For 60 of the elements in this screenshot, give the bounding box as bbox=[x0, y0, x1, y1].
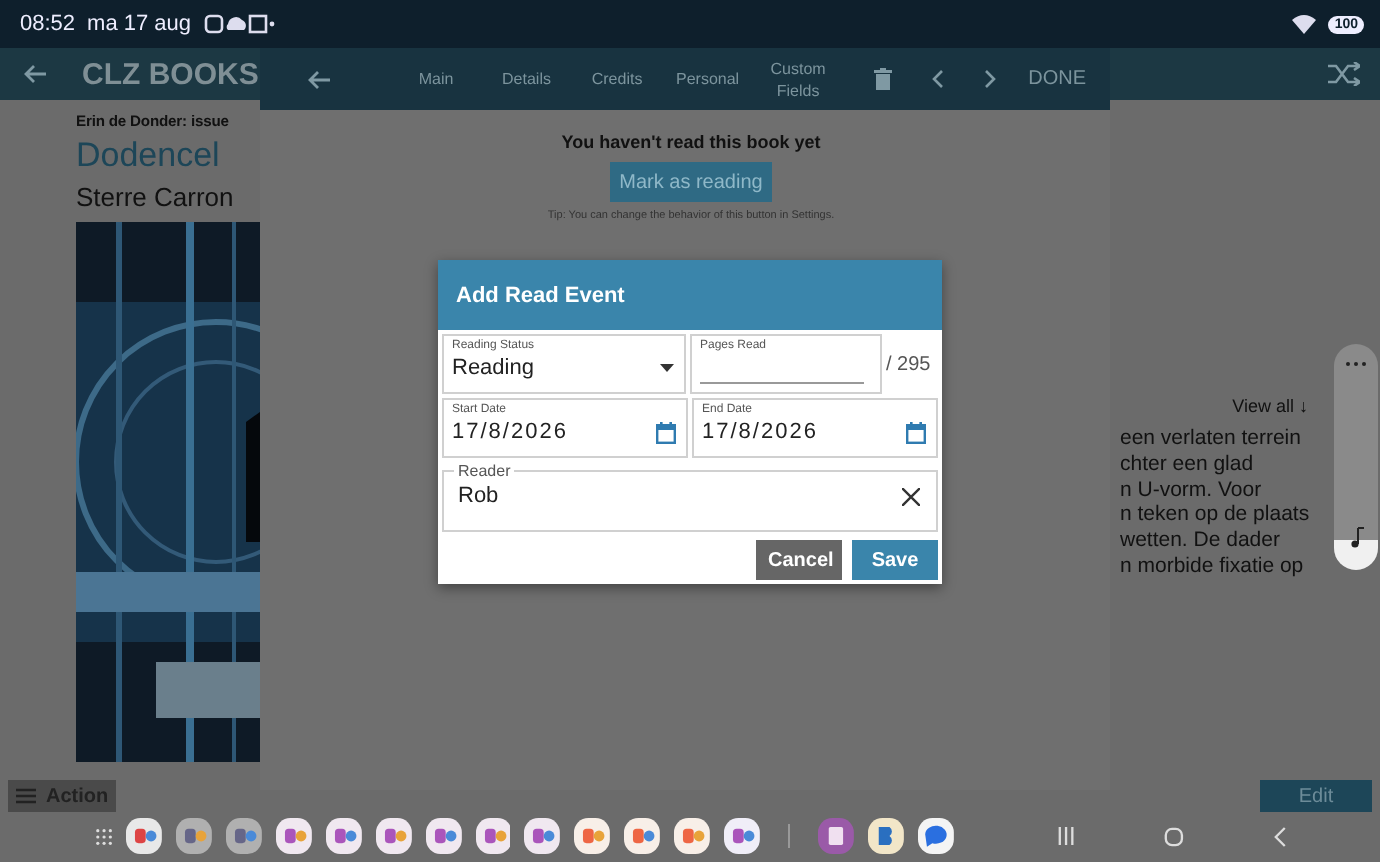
description-line: een verlaten terrein bbox=[1118, 426, 1303, 452]
view-all-link[interactable]: View all ↓ bbox=[1232, 396, 1308, 416]
app-drawer-icon[interactable] bbox=[96, 827, 113, 845]
description-line: n teken op de plaats bbox=[1118, 502, 1312, 529]
tab[interactable]: Credits bbox=[577, 57, 658, 101]
cancel-button[interactable]: Cancel bbox=[756, 540, 842, 580]
description-line: chter een glad bbox=[1118, 451, 1256, 478]
app-icon[interactable] bbox=[225, 816, 262, 856]
notification-icons bbox=[203, 14, 276, 34]
tab[interactable]: Main bbox=[396, 57, 476, 101]
dialog-title: Add Read Event bbox=[456, 283, 625, 307]
back-arrow-icon[interactable] bbox=[24, 64, 48, 84]
edit-button[interactable]: Edit bbox=[1260, 780, 1372, 812]
home-icon[interactable] bbox=[1163, 825, 1184, 847]
app-icon[interactable] bbox=[574, 816, 611, 856]
app-icon[interactable] bbox=[375, 816, 412, 856]
app-icon[interactable] bbox=[867, 816, 904, 856]
app-icon[interactable] bbox=[724, 816, 761, 856]
mark-as-reading-button[interactable]: Mark as reading bbox=[609, 162, 773, 202]
app-icon[interactable] bbox=[175, 816, 212, 856]
app-icon[interactable] bbox=[425, 816, 462, 856]
reader-field[interactable]: Reader Rob bbox=[442, 462, 938, 532]
author-name: Sterre Carron bbox=[76, 182, 236, 212]
back-icon[interactable] bbox=[1273, 825, 1286, 847]
dropdown-arrow-icon bbox=[660, 364, 674, 372]
calendar-icon bbox=[656, 421, 676, 443]
app-icon[interactable] bbox=[917, 816, 954, 856]
calendar-icon bbox=[906, 421, 926, 443]
app-icon[interactable] bbox=[275, 816, 312, 856]
recents-icon[interactable] bbox=[1057, 826, 1074, 846]
clock: 08:52 bbox=[20, 12, 76, 36]
app-icon[interactable] bbox=[624, 816, 661, 856]
trash-icon[interactable] bbox=[874, 68, 893, 90]
previous-icon[interactable] bbox=[932, 70, 945, 88]
clear-icon[interactable] bbox=[902, 487, 920, 505]
app-icon[interactable] bbox=[325, 816, 362, 856]
tab[interactable]: Personal bbox=[667, 57, 748, 101]
book-title: Dodencel bbox=[76, 136, 222, 176]
app-icon[interactable] bbox=[126, 816, 162, 856]
done-button[interactable]: DONE bbox=[1016, 68, 1086, 90]
app-title: CLZ BOOKS bbox=[82, 57, 259, 91]
save-button[interactable]: Save bbox=[852, 540, 938, 580]
wifi-icon bbox=[1292, 14, 1317, 34]
back-arrow-icon[interactable] bbox=[308, 69, 332, 89]
tab[interactable]: Details bbox=[486, 57, 567, 101]
total-pages: / 295 bbox=[886, 353, 931, 375]
read-status-message: You haven't read this book yet bbox=[561, 132, 821, 152]
app-icon[interactable] bbox=[475, 816, 511, 856]
menu-icon bbox=[16, 788, 36, 804]
shuffle-icon[interactable] bbox=[1328, 62, 1360, 86]
app-icon[interactable] bbox=[817, 816, 854, 856]
date: ma 17 aug bbox=[87, 12, 192, 36]
app-icon[interactable] bbox=[674, 816, 711, 856]
next-icon[interactable] bbox=[984, 70, 997, 88]
side-panel-handle[interactable] bbox=[1334, 344, 1378, 570]
description-line: wetten. De dader bbox=[1118, 528, 1282, 554]
description-line: n U-vorm. Voor bbox=[1118, 477, 1264, 503]
description-line: n morbide fixatie op bbox=[1118, 553, 1306, 580]
app-icon[interactable] bbox=[524, 816, 561, 856]
tab[interactable]: Custom Fields bbox=[758, 57, 839, 101]
